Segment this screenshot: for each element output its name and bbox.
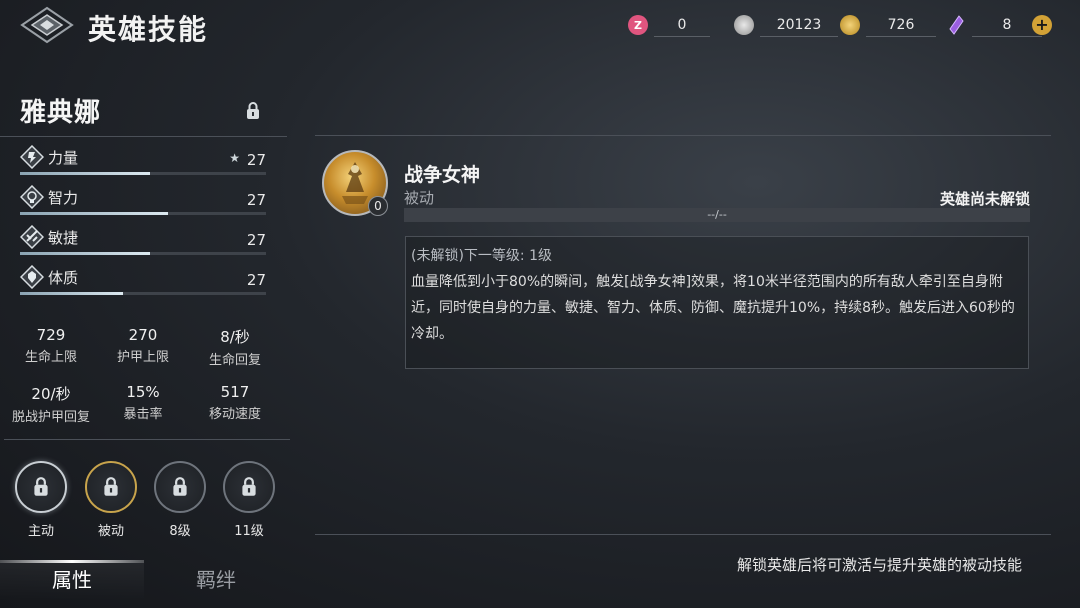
gold-coin-icon — [840, 15, 860, 35]
agility-icon — [20, 225, 44, 249]
stat-bar — [20, 172, 266, 175]
skill-slot-label: 被动 — [97, 524, 124, 539]
skill-slot-level-8[interactable] — [154, 461, 206, 513]
gold-coin-value: 726 — [866, 13, 936, 37]
stat-label: 体质 — [48, 269, 79, 287]
attribute-label: 护甲上限 — [116, 350, 169, 365]
stat-label: 敏捷 — [48, 229, 79, 247]
pink-token-icon: Z — [628, 15, 648, 35]
attribute-label: 生命回复 — [208, 353, 261, 368]
skill-slot-level-11[interactable] — [223, 461, 275, 513]
attribute-max-hp: 729 生命上限 — [1, 326, 101, 365]
attribute-value: 270 — [128, 326, 158, 344]
page-title: 英雄技能 — [88, 13, 209, 46]
skill-emblem-icon — [20, 6, 74, 44]
stat-label: 力量 — [48, 149, 79, 167]
stat-label: 智力 — [48, 189, 79, 207]
skill-description: 血量降低到小于80%的瞬间，触发[战争女神]效果，将10米半径范围内的所有敌人牵… — [411, 274, 1015, 342]
attribute-value: 729 — [36, 326, 66, 344]
attribute-label: 生命上限 — [24, 350, 77, 365]
skill-slot-label: 主动 — [27, 524, 54, 539]
silver-coin-icon — [734, 15, 754, 35]
attribute-label: 移动速度 — [208, 407, 261, 422]
pink-token-counter: Z 0 — [628, 13, 710, 37]
attributes-divider — [4, 439, 290, 440]
hero-lock-icon — [247, 102, 259, 119]
attribute-label: 暴击率 — [123, 407, 163, 422]
lock-icon — [242, 477, 256, 496]
intelligence-icon — [20, 185, 44, 209]
stat-value: 27 — [246, 271, 266, 289]
skill-slot-label: 8级 — [169, 524, 191, 539]
stat-row-agility: 敏捷 27 — [20, 225, 266, 261]
stat-bar — [20, 292, 266, 295]
silver-coin-value: 20123 — [760, 13, 838, 37]
skill-slot-passive[interactable] — [85, 461, 137, 513]
attribute-crit-rate: 15% 暴击率 — [93, 383, 193, 422]
skill-name: 战争女神 — [404, 164, 481, 186]
attribute-value: 20/秒 — [31, 385, 71, 403]
tab-bonds[interactable]: 羁绊 — [144, 560, 288, 600]
stat-value: 27 — [246, 231, 266, 249]
constitution-icon — [20, 265, 44, 289]
skill-level-badge: 0 — [368, 196, 388, 216]
purple-crystal-counter: 8 — [946, 13, 1042, 37]
unlock-status: 英雄尚未解锁 — [939, 190, 1030, 208]
skill-slot-label: 11级 — [234, 524, 264, 539]
stat-row-strength: 力量 ★ 27 — [20, 145, 266, 181]
lock-icon — [34, 477, 48, 496]
strength-icon — [20, 145, 44, 169]
attribute-hp-regen: 8/秒 生命回复 — [185, 326, 285, 368]
lock-icon — [173, 477, 187, 496]
stat-bar — [20, 212, 266, 215]
lock-icon — [104, 477, 118, 496]
skill-slot-active[interactable] — [15, 461, 67, 513]
hero-name-divider — [0, 136, 287, 137]
unlock-hint: 解锁英雄后将可激活与提升英雄的被动技能 — [736, 556, 1022, 574]
silver-coin-counter: 20123 — [734, 13, 838, 37]
hero-name: 雅典娜 — [20, 98, 102, 128]
skill-panel-bottom-divider — [315, 534, 1051, 535]
stat-value: 27 — [246, 151, 266, 169]
skill-progress-text: --/-- — [707, 208, 727, 221]
attribute-label: 脱战护甲回复 — [11, 410, 90, 425]
attribute-move-speed: 517 移动速度 — [185, 383, 285, 422]
purple-crystal-icon — [949, 15, 964, 35]
attribute-max-armor: 270 护甲上限 — [93, 326, 193, 365]
attribute-armor-regen: 20/秒 脱战护甲回复 — [1, 383, 101, 425]
stat-row-constitution: 体质 27 — [20, 265, 266, 301]
stat-value: 27 — [246, 191, 266, 209]
attribute-value: 8/秒 — [220, 328, 250, 346]
pink-token-value: 0 — [654, 13, 710, 37]
add-currency-button[interactable]: + — [1032, 15, 1052, 35]
attribute-value: 15% — [126, 383, 160, 401]
skill-panel-top-divider — [315, 135, 1051, 136]
stat-bar — [20, 252, 266, 255]
star-icon: ★ — [229, 151, 240, 165]
next-level-text: (未解锁)下一等级: 1级 — [411, 248, 552, 264]
skill-type: 被动 — [404, 189, 435, 207]
tab-attributes[interactable]: 属性 — [0, 560, 144, 600]
skill-description-box: (未解锁)下一等级: 1级 血量降低到小于80%的瞬间，触发[战争女神]效果，将… — [405, 236, 1029, 369]
gold-coin-counter: 726 — [840, 13, 936, 37]
attribute-value: 517 — [220, 383, 250, 401]
stat-row-intelligence: 智力 27 — [20, 185, 266, 221]
